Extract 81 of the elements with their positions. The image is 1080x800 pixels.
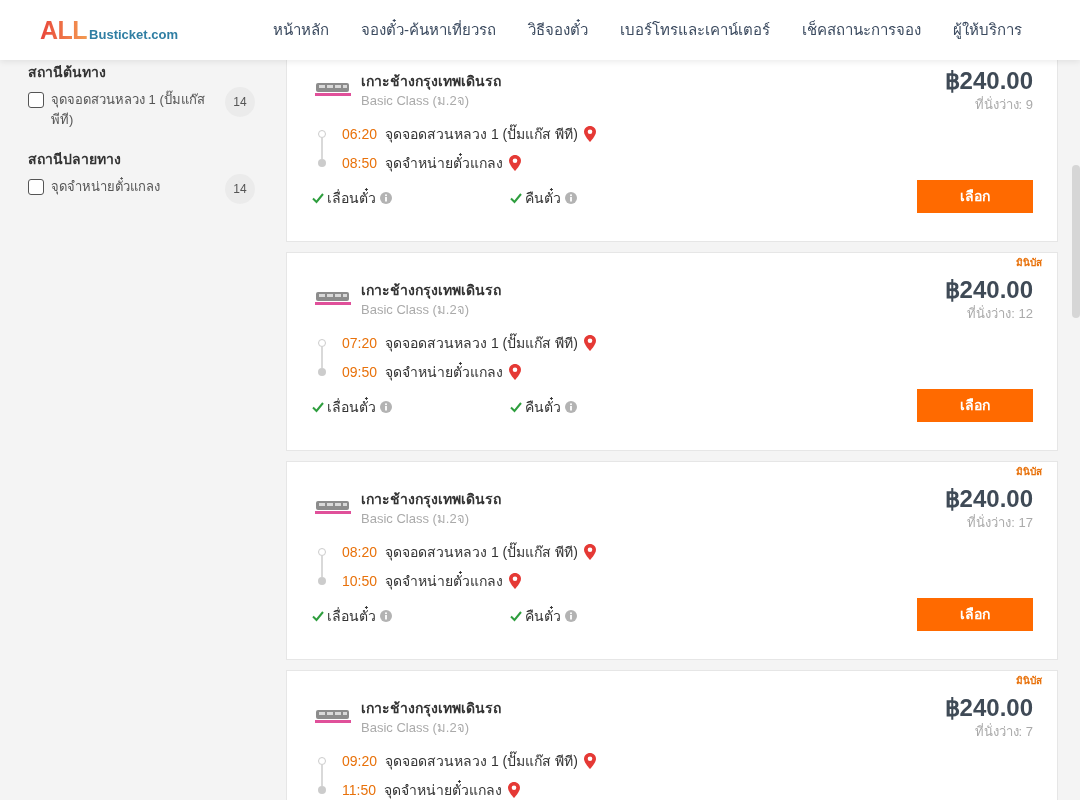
timeline-line	[321, 137, 323, 160]
departure-time: 09:20	[342, 752, 378, 771]
seats-available: ที่นั่งว่าง: 17	[967, 513, 1033, 532]
count-badge: 14	[225, 87, 255, 117]
checkbox[interactable]	[28, 179, 44, 195]
nav-link[interactable]: วิธีจองตั๋ว	[528, 19, 588, 41]
operator-name: เกาะช้างกรุงเทพเดินรถ	[361, 281, 501, 300]
seats-available: ที่นั่งว่าง: 9	[974, 95, 1033, 114]
start-dot-icon	[318, 757, 326, 765]
station-name: จุดจอดสวนหลวง 1 (ปั๊มแก๊ส พีที)	[385, 542, 578, 562]
filter-heading: สถานีปลายทาง	[28, 150, 122, 169]
vehicle-type-label: มินิบัส	[1016, 465, 1042, 479]
price: ฿240.00	[944, 67, 1033, 95]
end-dot-icon	[318, 786, 326, 794]
map-pin-icon[interactable]	[583, 335, 596, 351]
start-dot-icon	[318, 339, 326, 347]
checkbox-label: จุดจำหน่ายตั๋วแกลง	[51, 177, 161, 197]
checkbox[interactable]	[28, 92, 44, 108]
operator-name: เกาะช้างกรุงเทพเดินรถ	[361, 72, 501, 91]
nav-link[interactable]: ผู้ให้บริการ	[953, 19, 1022, 41]
operator-name: เกาะช้างกรุงเทพเดินรถ	[361, 699, 501, 718]
vehicle-type-label: มินิบัส	[1016, 256, 1042, 270]
departure-time: 06:20	[342, 125, 378, 144]
service-class: Basic Class (ม.2จ)	[361, 301, 471, 319]
timeline-line	[321, 346, 323, 369]
vehicle-type-label: มินิบัส	[1016, 674, 1042, 688]
map-pin-icon[interactable]	[583, 544, 596, 560]
end-dot-icon	[318, 159, 326, 167]
checkbox-label: จุดจอดสวนหลวง 1 (ปั๊มแก๊ส พีที)	[51, 90, 206, 129]
count-badge: 14	[225, 174, 255, 204]
bus-icon	[315, 292, 351, 306]
feature-label: คืนตั๋ว	[525, 606, 561, 626]
logo-domain[interactable]: Busticket.com	[89, 25, 178, 45]
feature-label: คืนตั๋ว	[525, 188, 561, 208]
feature-label: เลื่อนตั๋ว	[327, 606, 376, 626]
service-class: Basic Class (ม.2จ)	[361, 510, 471, 528]
nav-link[interactable]: เบอร์โทรและเคาน์เตอร์	[620, 19, 770, 41]
map-pin-icon[interactable]	[509, 364, 522, 380]
bus-icon	[315, 83, 351, 97]
station-name: จุดจอดสวนหลวง 1 (ปั๊มแก๊ส พีที)	[385, 333, 578, 353]
scrollbar-thumb[interactable]	[1072, 165, 1080, 318]
departure-time: 10:50	[342, 572, 378, 591]
nav-link[interactable]: หน้าหลัก	[273, 19, 329, 41]
operator-name: เกาะช้างกรุงเทพเดินรถ	[361, 490, 501, 509]
nav-link[interactable]: เช็คสถานะการจอง	[802, 19, 921, 41]
timeline-line	[321, 555, 323, 578]
price: ฿240.00	[944, 485, 1033, 513]
end-dot-icon	[318, 577, 326, 585]
departure-time: 09:50	[342, 363, 378, 382]
station-name: จุดจำหน่ายตั๋วแกลง	[385, 362, 504, 382]
departure-time: 08:20	[342, 543, 378, 562]
map-pin-icon[interactable]	[583, 126, 596, 142]
start-dot-icon	[318, 130, 326, 138]
station-name: จุดจำหน่ายตั๋วแกลง	[385, 153, 504, 173]
seats-available: ที่นั่งว่าง: 12	[967, 304, 1033, 323]
bus-icon	[315, 501, 351, 515]
departure-time: 07:20	[342, 334, 378, 353]
map-pin-icon[interactable]	[509, 573, 522, 589]
map-pin-icon[interactable]	[583, 753, 596, 769]
station-name: จุดจอดสวนหลวง 1 (ปั๊มแก๊ส พีที)	[385, 124, 578, 144]
bus-icon	[315, 710, 351, 724]
filter-heading: สถานีต้นทาง	[28, 63, 107, 82]
service-class: Basic Class (ม.2จ)	[361, 92, 471, 110]
price: ฿240.00	[944, 694, 1033, 722]
feature-label: คืนตั๋ว	[525, 397, 561, 417]
departure-time: 08:50	[342, 154, 378, 173]
seats-available: ที่นั่งว่าง: 7	[974, 722, 1033, 741]
end-dot-icon	[318, 368, 326, 376]
feature-label: เลื่อนตั๋ว	[327, 397, 376, 417]
price: ฿240.00	[944, 276, 1033, 304]
departure-time: 11:50	[342, 781, 376, 800]
timeline-line	[321, 764, 323, 787]
nav-link[interactable]: จองตั๋ว-ค้นหาเที่ยวรถ	[361, 19, 496, 41]
map-pin-icon[interactable]	[508, 782, 520, 798]
feature-label: เลื่อนตั๋ว	[327, 188, 376, 208]
station-name: จุดจำหน่ายตั๋วแกลง	[385, 571, 504, 591]
map-pin-icon[interactable]	[509, 155, 522, 171]
start-dot-icon	[318, 548, 326, 556]
station-name: จุดจอดสวนหลวง 1 (ปั๊มแก๊ส พีที)	[385, 751, 578, 771]
service-class: Basic Class (ม.2จ)	[361, 719, 471, 737]
station-name: จุดจำหน่ายตั๋วแกลง	[384, 780, 502, 800]
